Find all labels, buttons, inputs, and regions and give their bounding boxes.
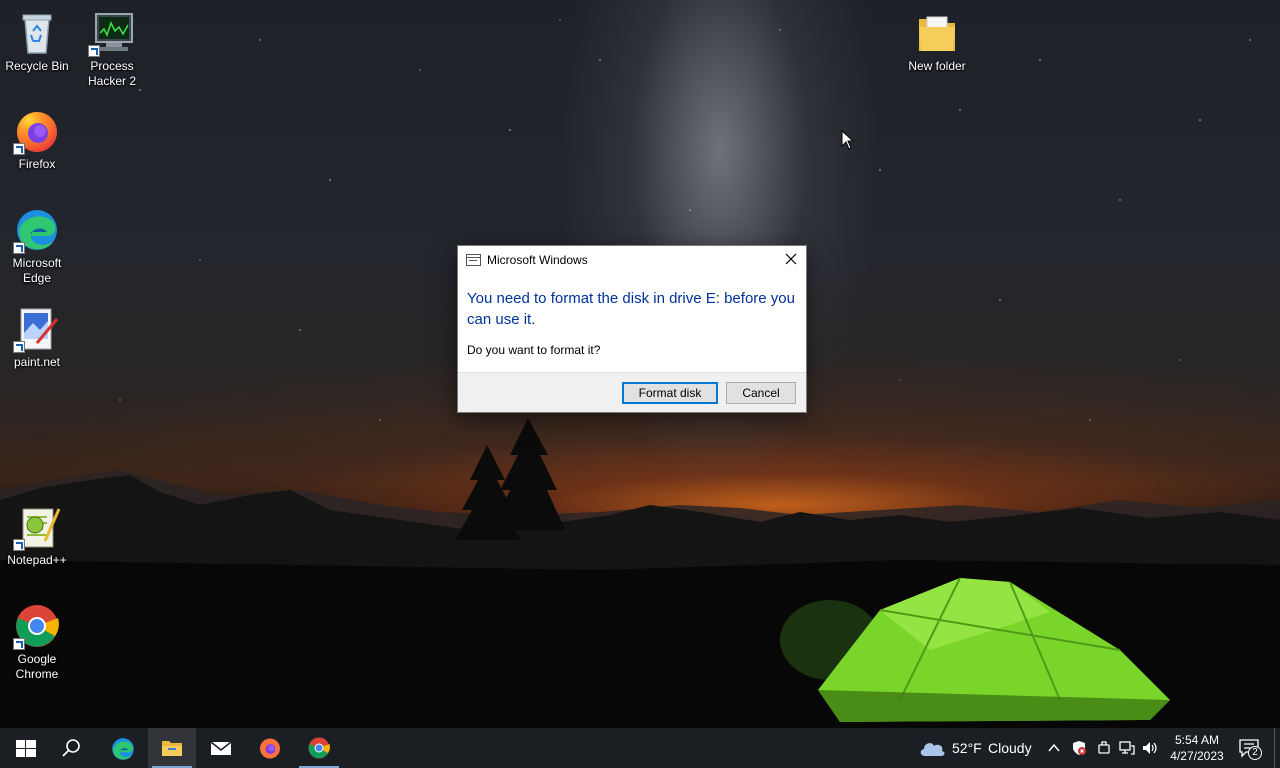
cancel-button[interactable]: Cancel xyxy=(726,382,796,404)
clock-date: 4/27/2023 xyxy=(1170,749,1224,763)
notification-count-badge: 2 xyxy=(1248,746,1262,760)
taskbar: 52°F Cloudy 5:54 AM 4/27/2023 2 xyxy=(0,728,1280,768)
desktop-icon-notepad-plus-plus[interactable]: Notepad++ xyxy=(0,503,75,568)
edge-icon xyxy=(13,206,61,254)
desktop-icon-label: Recycle Bin xyxy=(5,59,69,73)
process-hacker-icon xyxy=(88,9,136,57)
security-shield-icon[interactable] xyxy=(1071,740,1087,756)
taskbar-mail-button[interactable] xyxy=(197,728,245,768)
desktop-icon-firefox[interactable]: Firefox xyxy=(0,107,75,172)
desktop-icon-google-chrome[interactable]: Google Chrome xyxy=(0,602,75,682)
dialog-titlebar[interactable]: Microsoft Windows xyxy=(458,246,806,274)
weather-temperature: 52°F xyxy=(952,740,982,756)
cloud-icon xyxy=(920,743,945,756)
desktop-icon-process-hacker[interactable]: Process Hacker 2 xyxy=(74,9,150,89)
desktop-icon-label: Firefox xyxy=(18,157,56,171)
shortcut-arrow-icon xyxy=(13,341,25,353)
desktop-icon-label: New folder xyxy=(908,59,966,73)
desktop-icon-label: Google Chrome xyxy=(15,652,59,681)
paintnet-icon xyxy=(13,305,61,353)
close-icon xyxy=(785,253,797,265)
desktop-icon-new-folder[interactable]: New folder xyxy=(899,9,975,74)
mouse-cursor-icon xyxy=(841,130,855,150)
taskbar-clock[interactable]: 5:54 AM 4/27/2023 xyxy=(1164,732,1230,764)
chrome-icon xyxy=(13,602,61,650)
recycle-bin-icon xyxy=(13,9,61,57)
show-hidden-icons-chevron-icon[interactable] xyxy=(1047,741,1061,755)
desktop-icon-label: Microsoft Edge xyxy=(12,256,62,285)
search-button[interactable] xyxy=(48,728,96,768)
start-icon xyxy=(16,740,36,757)
desktop-icon-label: Process Hacker 2 xyxy=(87,59,137,88)
search-icon xyxy=(62,739,80,757)
shortcut-arrow-icon xyxy=(88,45,100,57)
dialog-title: Microsoft Windows xyxy=(487,253,588,267)
taskbar-chrome-button[interactable] xyxy=(295,728,343,768)
dialog-button-bar: Format disk Cancel xyxy=(458,372,806,412)
shortcut-arrow-icon xyxy=(13,638,25,650)
weather-condition: Cloudy xyxy=(988,740,1032,756)
firefox-icon xyxy=(13,107,61,155)
firefox-icon xyxy=(260,738,280,759)
shortcut-arrow-icon xyxy=(13,242,25,254)
network-icon[interactable] xyxy=(1119,740,1135,756)
show-desktop-button[interactable] xyxy=(1274,728,1280,768)
folder-icon xyxy=(913,9,961,57)
format-disk-dialog: Microsoft Windows You need to format the… xyxy=(457,245,807,413)
notepadpp-icon xyxy=(13,503,61,551)
start-button[interactable] xyxy=(0,728,48,768)
usb-device-icon[interactable] xyxy=(1096,740,1112,756)
dialog-main-instruction: You need to format the disk in drive E: … xyxy=(467,290,795,328)
weather-widget[interactable]: 52°F Cloudy xyxy=(916,728,1040,768)
shortcut-arrow-icon xyxy=(13,143,25,155)
shortcut-arrow-icon xyxy=(13,539,25,551)
format-disk-button[interactable]: Format disk xyxy=(622,382,718,404)
file-explorer-icon xyxy=(162,741,182,756)
desktop-icon-label: Notepad++ xyxy=(7,553,67,567)
taskbar-edge-button[interactable] xyxy=(98,728,146,768)
desktop-icon-recycle-bin[interactable]: Recycle Bin xyxy=(0,9,75,74)
desktop-icon-microsoft-edge[interactable]: Microsoft Edge xyxy=(0,206,75,286)
chrome-icon xyxy=(308,737,330,759)
mail-icon xyxy=(210,741,232,755)
clock-time: 5:54 AM xyxy=(1174,733,1220,747)
taskbar-file-explorer-button[interactable] xyxy=(148,728,196,768)
window-app-icon xyxy=(466,254,481,266)
notification-center-button[interactable]: 2 xyxy=(1232,728,1272,768)
edge-icon xyxy=(112,738,134,760)
taskbar-firefox-button[interactable] xyxy=(246,728,294,768)
desktop-icon-paint-net[interactable]: paint.net xyxy=(0,305,75,370)
desktop-icon-label: paint.net xyxy=(13,355,61,369)
dialog-close-button[interactable] xyxy=(776,246,806,274)
dialog-content-text: Do you want to format it? xyxy=(467,343,601,357)
volume-icon[interactable] xyxy=(1141,740,1159,756)
